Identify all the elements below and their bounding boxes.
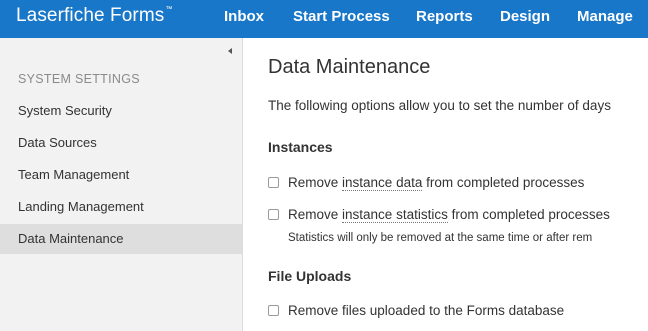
trademark-symbol: ™ bbox=[165, 6, 173, 13]
nav-design[interactable]: Design bbox=[500, 8, 550, 25]
file-uploads-section-title: File Uploads bbox=[268, 268, 352, 284]
page-title: Data Maintenance bbox=[268, 56, 431, 78]
instances-section-title: Instances bbox=[268, 139, 333, 155]
remove-instance-data-label[interactable]: Remove instance data from completed proc… bbox=[288, 175, 585, 191]
settings-sidebar: SYSTEM SETTINGS System Security Data Sou… bbox=[0, 38, 243, 331]
sidebar-item-data-sources[interactable]: Data Sources bbox=[0, 128, 243, 158]
main-content: Data Maintenance The following options a… bbox=[244, 38, 648, 331]
top-navigation-bar: Laserfiche Forms™ Inbox Start Process Re… bbox=[0, 0, 648, 38]
collapse-sidebar-icon[interactable] bbox=[228, 48, 232, 54]
label-suffix: from completed processes bbox=[422, 175, 585, 190]
remove-uploaded-files-checkbox[interactable] bbox=[268, 305, 279, 316]
instance-statistics-term: instance statistics bbox=[342, 207, 448, 223]
remove-instance-statistics-checkbox[interactable] bbox=[268, 209, 279, 220]
label-prefix: Remove bbox=[288, 207, 343, 222]
remove-instance-data-option: Remove instance data from completed proc… bbox=[268, 175, 648, 191]
remove-instance-statistics-option: Remove instance statistics from complete… bbox=[268, 207, 648, 223]
sidebar-heading: SYSTEM SETTINGS bbox=[18, 72, 140, 86]
remove-instance-data-checkbox[interactable] bbox=[268, 177, 279, 188]
sidebar-item-system-security[interactable]: System Security bbox=[0, 96, 243, 126]
nav-manage[interactable]: Manage bbox=[577, 8, 633, 25]
app-logo[interactable]: Laserfiche Forms™ bbox=[16, 5, 172, 27]
label-suffix: from completed processes bbox=[447, 207, 610, 222]
sidebar-item-data-maintenance[interactable]: Data Maintenance bbox=[0, 224, 243, 254]
label-prefix: Remove bbox=[288, 175, 343, 190]
statistics-note: Statistics will only be removed at the s… bbox=[288, 232, 593, 244]
remove-uploaded-files-option: Remove files uploaded to the Forms datab… bbox=[268, 303, 648, 319]
brand-name: Laserfiche Forms bbox=[16, 5, 165, 26]
intro-text: The following options allow you to set t… bbox=[268, 98, 611, 113]
nav-start-process[interactable]: Start Process bbox=[293, 8, 390, 25]
sidebar-item-landing-management[interactable]: Landing Management bbox=[0, 192, 243, 222]
sidebar-item-team-management[interactable]: Team Management bbox=[0, 160, 243, 190]
remove-uploaded-files-label[interactable]: Remove files uploaded to the Forms datab… bbox=[288, 303, 564, 318]
remove-instance-statistics-label[interactable]: Remove instance statistics from complete… bbox=[288, 207, 610, 223]
nav-reports[interactable]: Reports bbox=[416, 8, 473, 25]
nav-inbox[interactable]: Inbox bbox=[224, 8, 264, 25]
instance-data-term: instance data bbox=[342, 175, 423, 191]
